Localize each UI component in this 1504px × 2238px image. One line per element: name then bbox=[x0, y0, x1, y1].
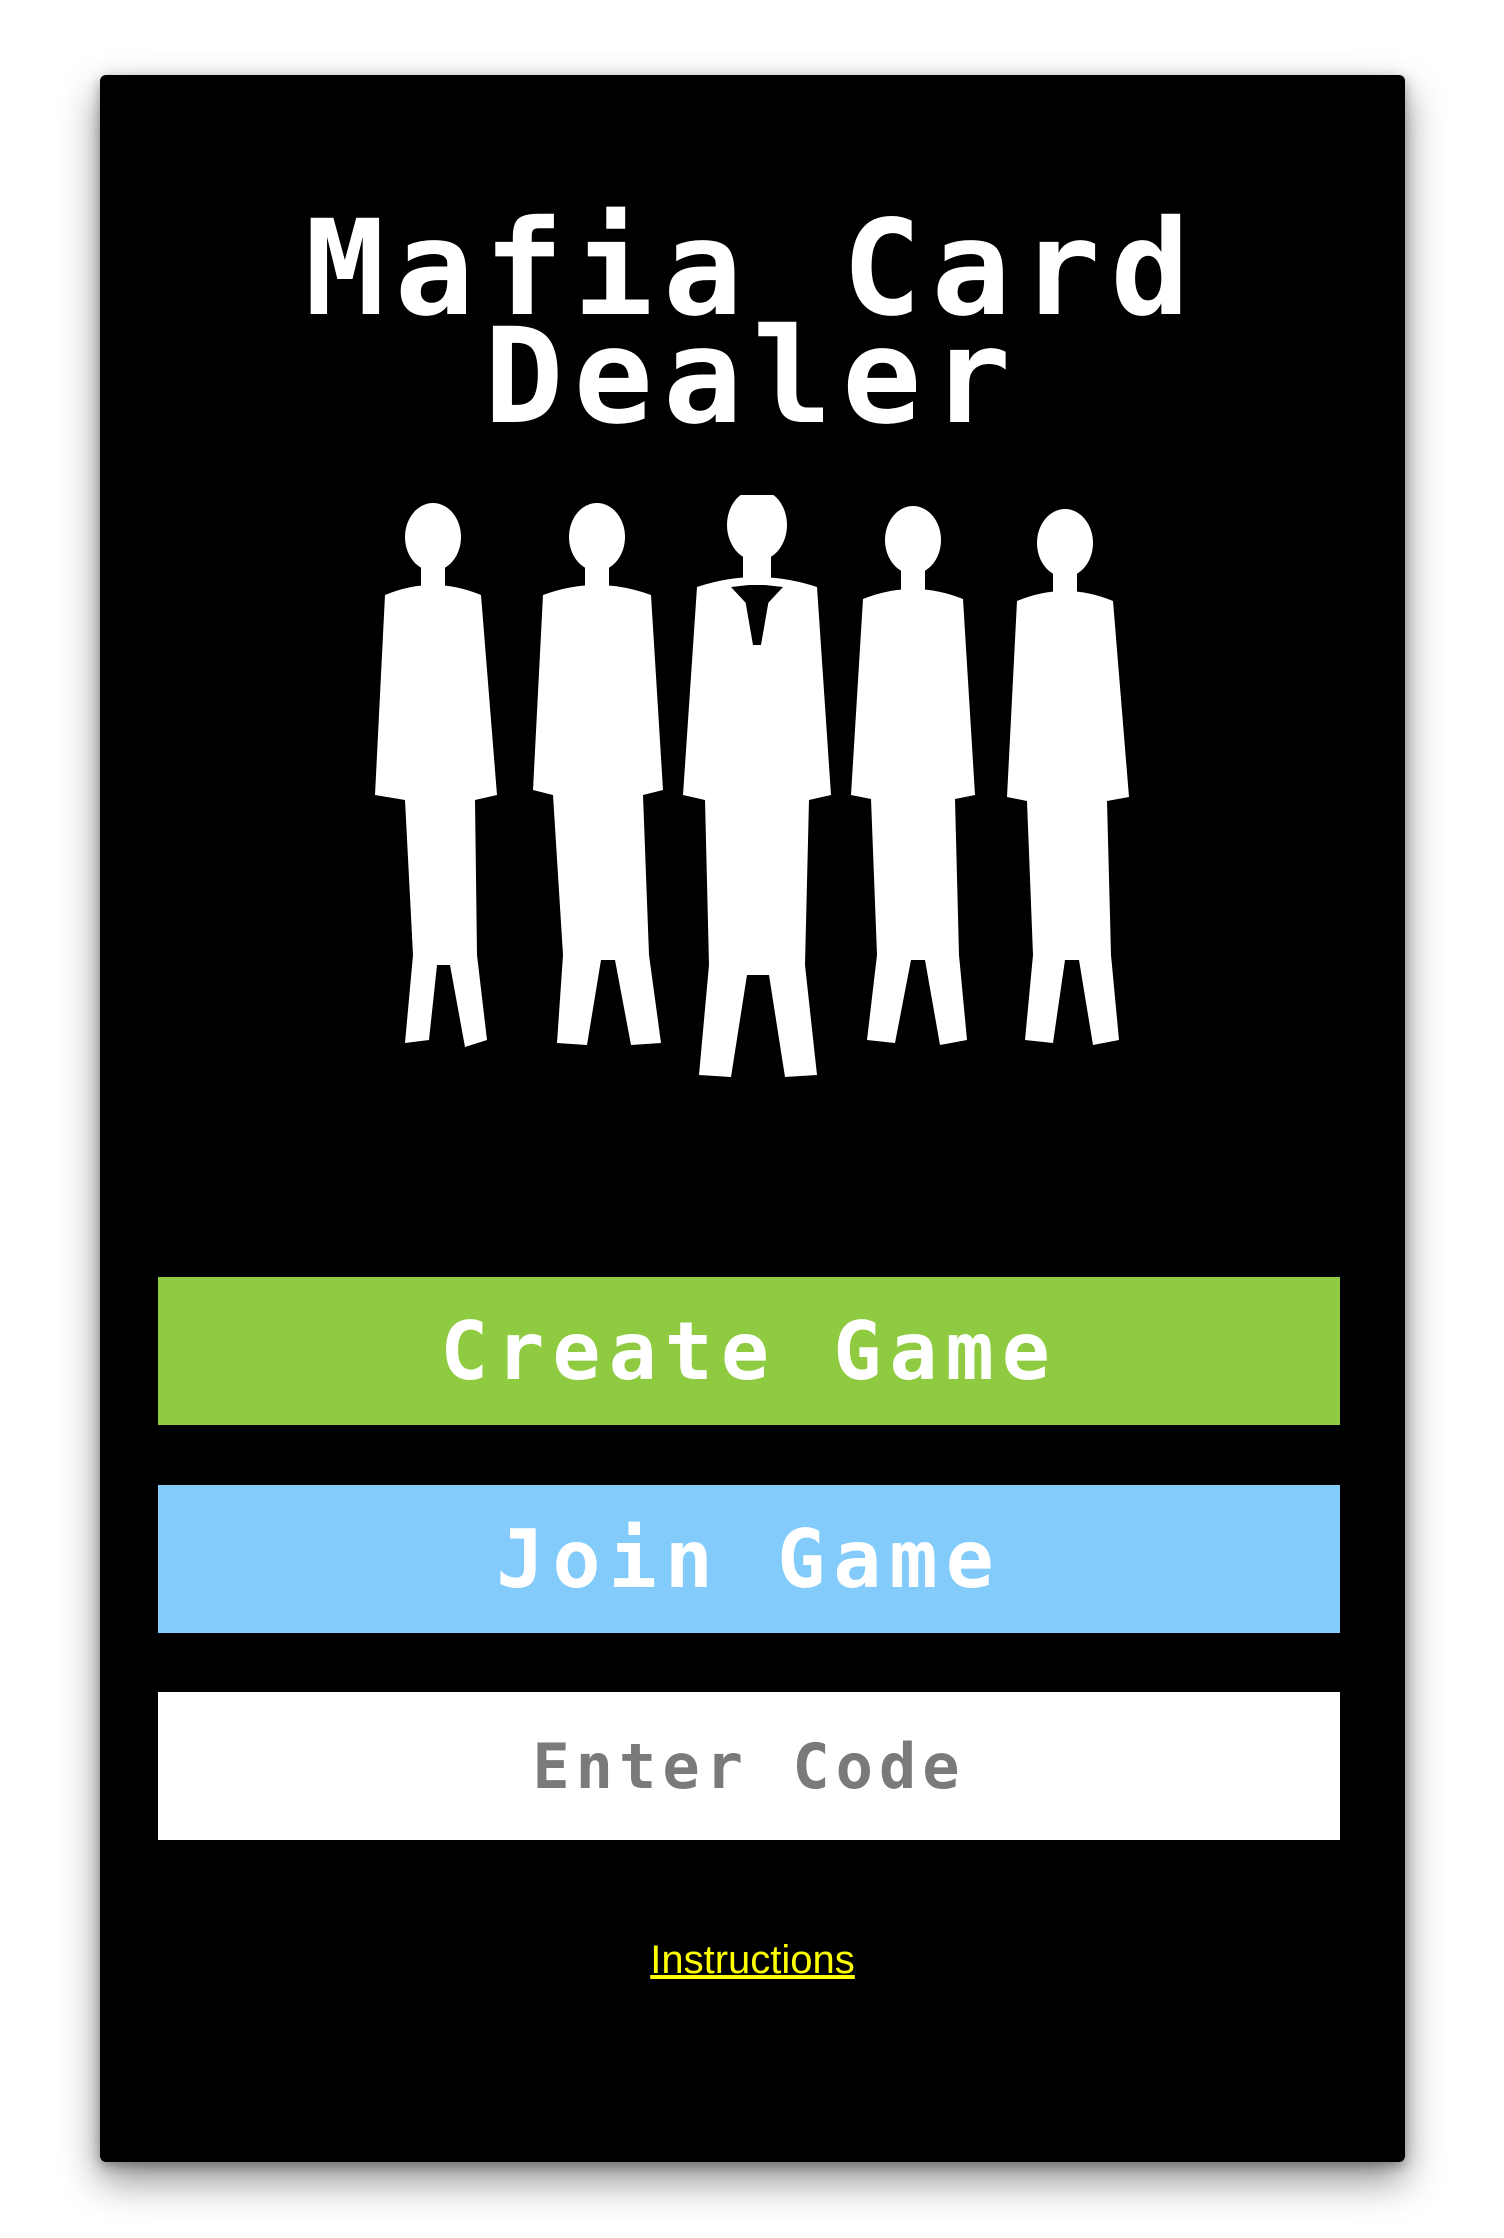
join-game-button[interactable]: Join Game bbox=[158, 1485, 1340, 1633]
instructions-container: Instructions bbox=[100, 1935, 1405, 1985]
silhouette-figure-2 bbox=[533, 503, 663, 1045]
game-code-input[interactable] bbox=[158, 1692, 1340, 1840]
create-game-button[interactable]: Create Game bbox=[158, 1277, 1340, 1425]
silhouette-figure-3 bbox=[683, 495, 831, 1077]
mafia-silhouettes-icon bbox=[365, 495, 1140, 1095]
app-card: Mafia Card Dealer Create Game Join Game … bbox=[100, 75, 1405, 2162]
silhouette-figure-1 bbox=[375, 503, 497, 1047]
app-title: Mafia Card Dealer bbox=[100, 203, 1405, 454]
silhouette-figure-4 bbox=[851, 506, 975, 1045]
instructions-link[interactable]: Instructions bbox=[640, 1938, 865, 1982]
silhouette-figure-5 bbox=[1007, 509, 1129, 1045]
app-title-line2: Dealer bbox=[484, 300, 1021, 454]
